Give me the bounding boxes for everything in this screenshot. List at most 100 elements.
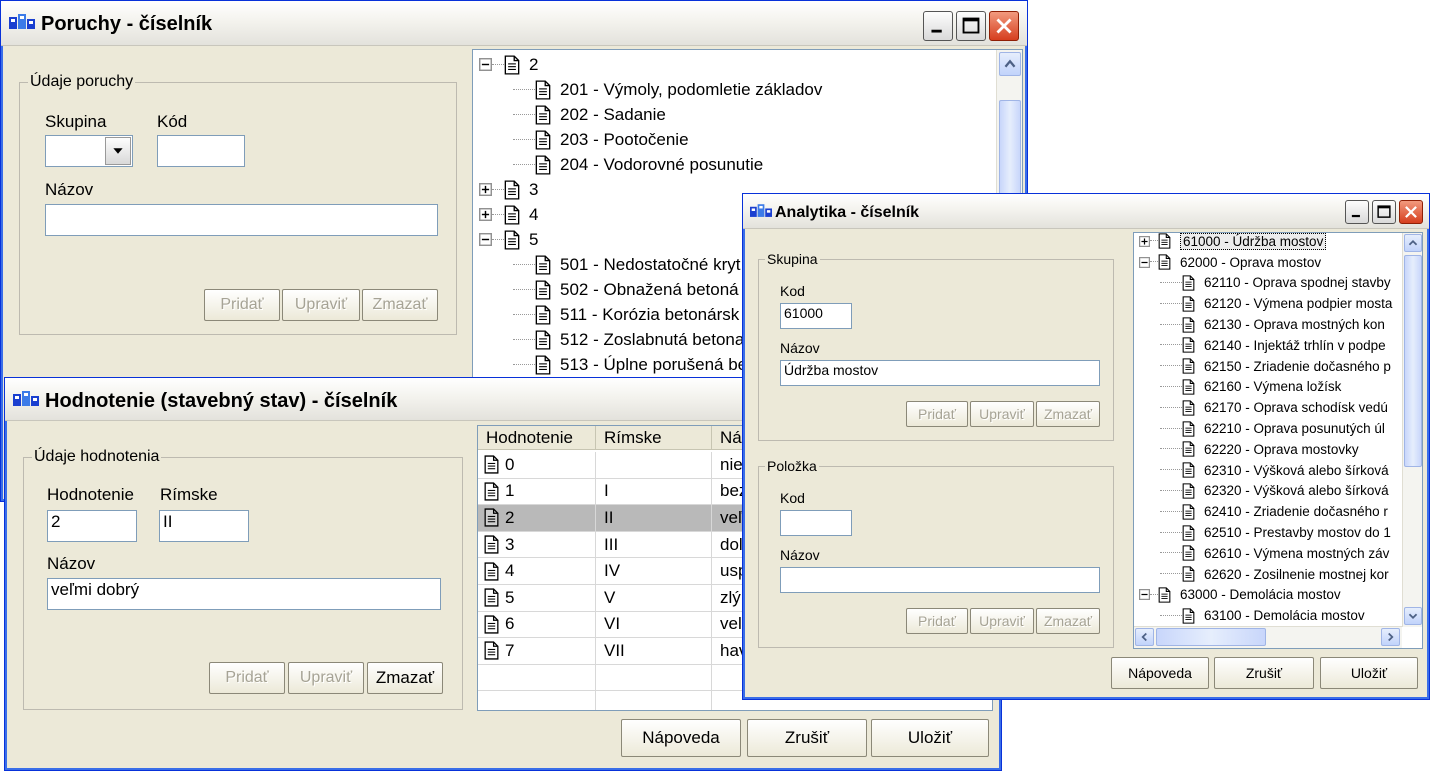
- tree-item[interactable]: 62160 - Výmena ložísk: [1160, 377, 1341, 398]
- save-button[interactable]: Uložiť: [871, 719, 989, 757]
- tree-item[interactable]: 512 - Zoslabnutá betona: [513, 327, 744, 352]
- table-cell[interactable]: 4: [478, 558, 596, 585]
- edit-button[interactable]: Upraviť: [282, 289, 360, 321]
- tree-item[interactable]: 62140 - Injektáž trhlín v podpe: [1160, 335, 1386, 356]
- expand-icon[interactable]: [479, 208, 492, 221]
- minimize-button[interactable]: [923, 11, 953, 41]
- table-cell[interactable]: VI: [596, 611, 712, 639]
- delete-button[interactable]: Zmazať: [367, 662, 443, 694]
- tree-item[interactable]: 63100 - Demolácia mostov: [1160, 605, 1365, 626]
- table-cell[interactable]: III: [596, 531, 712, 559]
- scroll-up-button[interactable]: [1404, 234, 1422, 252]
- tree-item[interactable]: 62000 - Oprava mostov: [1139, 252, 1321, 273]
- tree-item[interactable]: 204 - Vodorovné posunutie: [513, 152, 763, 177]
- rimske-field[interactable]: II: [159, 510, 249, 542]
- save-button[interactable]: Uložiť: [1320, 657, 1418, 689]
- scroll-up-button[interactable]: [999, 52, 1021, 76]
- table-cell[interactable]: II: [596, 505, 712, 532]
- tree-item[interactable]: 201 - Výmoly, podomletie základov: [513, 77, 822, 102]
- tree-item[interactable]: 3: [479, 177, 538, 202]
- column-header[interactable]: Hodnotenie: [478, 426, 596, 450]
- tree-item[interactable]: 62110 - Oprava spodnej stavby: [1160, 273, 1391, 294]
- collapse-icon[interactable]: [479, 233, 492, 246]
- skupina-select[interactable]: [45, 135, 133, 167]
- table-cell[interactable]: 1: [478, 478, 596, 506]
- tree-item[interactable]: 62510 - Prestavby mostov do 1: [1160, 522, 1391, 543]
- collapse-icon[interactable]: [1139, 256, 1150, 268]
- tree-item[interactable]: 203 - Pootočenie: [513, 127, 689, 152]
- nazov-field[interactable]: [45, 204, 438, 236]
- close-button[interactable]: [989, 11, 1019, 41]
- vertical-scrollbar[interactable]: [1402, 233, 1422, 627]
- tree-item[interactable]: 62320 - Výšková alebo šírková: [1160, 481, 1389, 502]
- kod-field[interactable]: [157, 135, 245, 167]
- horizontal-scroll-thumb[interactable]: [1156, 628, 1266, 646]
- table-cell[interactable]: 6: [478, 611, 596, 639]
- table-cell[interactable]: [596, 452, 712, 479]
- table-cell[interactable]: VII: [596, 638, 712, 665]
- poruchy-titlebar[interactable]: Poruchy - číselník: [1, 1, 1027, 46]
- cancel-button[interactable]: Zrušiť: [747, 719, 867, 757]
- maximize-button[interactable]: [1372, 200, 1396, 224]
- tree-item[interactable]: 502 - Obnažená betoná: [513, 277, 739, 302]
- table-cell[interactable]: 5: [478, 585, 596, 612]
- tree-item[interactable]: 2: [479, 52, 538, 77]
- skupina-nazov-field[interactable]: Údržba mostov: [780, 360, 1100, 386]
- dropdown-button[interactable]: [105, 137, 131, 165]
- collapse-icon[interactable]: [1139, 589, 1150, 601]
- cancel-button[interactable]: Zrušiť: [1214, 657, 1314, 689]
- skupina-edit-button[interactable]: Upraviť: [970, 401, 1034, 427]
- scroll-thumb[interactable]: [1404, 255, 1422, 467]
- tree-item[interactable]: 62170 - Oprava schodísk vedú: [1160, 397, 1388, 418]
- expand-icon[interactable]: [479, 183, 492, 196]
- scroll-right-button[interactable]: [1381, 628, 1400, 646]
- table-cell[interactable]: 7: [478, 638, 596, 665]
- column-header[interactable]: Rímske: [596, 426, 712, 450]
- tree-item[interactable]: 5: [479, 227, 538, 252]
- scroll-down-button[interactable]: [1404, 607, 1422, 625]
- polozka-edit-button[interactable]: Upraviť: [970, 608, 1034, 634]
- edit-button[interactable]: Upraviť: [288, 662, 364, 694]
- add-button[interactable]: Pridať: [204, 289, 280, 321]
- tree-item[interactable]: 63000 - Demolácia mostov: [1139, 585, 1341, 606]
- maximize-button[interactable]: [956, 11, 986, 41]
- scroll-left-button[interactable]: [1135, 628, 1154, 646]
- tree-item[interactable]: 513 - Úplne porušená be: [513, 352, 747, 377]
- table-cell[interactable]: IV: [596, 558, 712, 585]
- table-cell[interactable]: I: [596, 478, 712, 506]
- tree-item[interactable]: 62150 - Zriadenie dočasného p: [1160, 356, 1391, 377]
- skupina-kod-field[interactable]: 61000: [780, 303, 852, 329]
- tree-item[interactable]: 62310 - Výšková alebo šírková: [1160, 460, 1389, 481]
- tree-item[interactable]: 62210 - Oprava posunutých úl: [1160, 418, 1385, 439]
- skupina-delete-button[interactable]: Zmazať: [1036, 401, 1100, 427]
- tree-item[interactable]: 4: [479, 202, 538, 227]
- table-cell[interactable]: V: [596, 585, 712, 612]
- help-button[interactable]: Nápoveda: [621, 719, 741, 757]
- analytika-titlebar[interactable]: Analytika - číselník: [743, 194, 1429, 229]
- skupina-add-button[interactable]: Pridať: [906, 401, 968, 427]
- tree-item[interactable]: 62120 - Výmena podpier mosta: [1160, 293, 1392, 314]
- add-button[interactable]: Pridať: [209, 662, 285, 694]
- tree-item[interactable]: 511 - Korózia betonársk: [513, 302, 739, 327]
- tree-item[interactable]: 501 - Nedostatočné kryt: [513, 252, 740, 277]
- tree-item[interactable]: 62410 - Zriadenie dočasného r: [1160, 501, 1388, 522]
- tree-item[interactable]: 62610 - Výmena mostných záv: [1160, 543, 1389, 564]
- help-button[interactable]: Nápoveda: [1111, 657, 1209, 689]
- table-cell[interactable]: 3: [478, 531, 596, 559]
- polozka-nazov-field[interactable]: [780, 567, 1100, 593]
- nazov-field[interactable]: veľmi dobrý: [47, 578, 441, 610]
- polozka-kod-field[interactable]: [780, 510, 852, 536]
- delete-button[interactable]: Zmazať: [362, 289, 438, 321]
- polozka-add-button[interactable]: Pridať: [906, 608, 968, 634]
- tree-item[interactable]: 62620 - Zosilnenie mostnej kor: [1160, 564, 1389, 585]
- collapse-icon[interactable]: [479, 58, 492, 71]
- close-button[interactable]: [1399, 200, 1423, 224]
- tree-item[interactable]: 61000 - Údržba mostov: [1139, 233, 1327, 252]
- table-cell[interactable]: 2: [478, 505, 596, 532]
- tree-item[interactable]: 202 - Sadanie: [513, 102, 666, 127]
- tree-item[interactable]: 62130 - Oprava mostných kon: [1160, 314, 1385, 335]
- hodnotenie-field[interactable]: 2: [47, 510, 137, 542]
- horizontal-scrollbar[interactable]: [1134, 626, 1402, 648]
- table-cell[interactable]: 0: [478, 452, 596, 479]
- tree-item[interactable]: 62220 - Oprava mostovky: [1160, 439, 1359, 460]
